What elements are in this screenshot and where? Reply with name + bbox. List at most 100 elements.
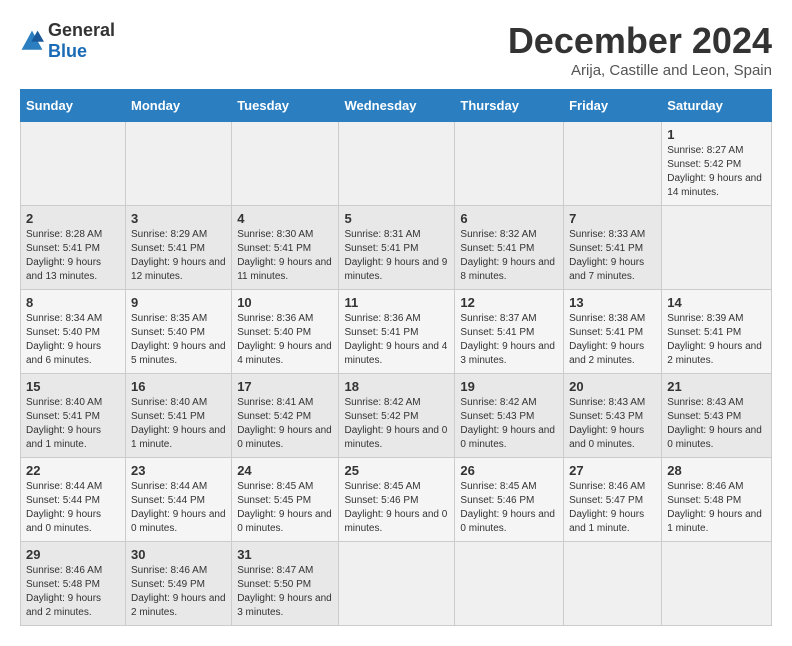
calendar-cell: 1 Sunrise: 8:27 AMSunset: 5:42 PMDaylight… <box>662 122 772 206</box>
day-number: 7 <box>569 211 656 226</box>
calendar-cell: 11Sunrise: 8:36 AMSunset: 5:41 PMDayligh… <box>339 290 455 374</box>
calendar-cell <box>126 122 232 206</box>
day-number: 21 <box>667 379 766 394</box>
day-info: Sunrise: 8:44 AMSunset: 5:44 PMDaylight:… <box>26 480 120 536</box>
logo: General Blue <box>20 20 115 62</box>
calendar-cell: 15 Sunrise: 8:40 AMSunset: 5:41 PMDayligh… <box>21 374 126 458</box>
day-number: 29 <box>26 547 120 562</box>
day-number: 16 <box>131 379 226 394</box>
day-number: 3 <box>131 211 226 226</box>
day-info: Sunrise: 8:32 AMSunset: 5:41 PMDaylight:… <box>460 228 558 284</box>
calendar-cell: 6 Sunrise: 8:32 AMSunset: 5:41 PMDaylight… <box>455 206 564 290</box>
calendar-cell: 18 Sunrise: 8:42 AMSunset: 5:42 PMDayligh… <box>339 374 455 458</box>
day-number: 8 <box>26 295 120 310</box>
calendar-week-2: 2 Sunrise: 8:28 AMSunset: 5:41 PMDaylight… <box>21 206 772 290</box>
calendar-week-1: 1 Sunrise: 8:27 AMSunset: 5:42 PMDaylight… <box>21 122 772 206</box>
title-area: December 2024 Arija, Castille and Leon, … <box>508 20 772 79</box>
day-info: Sunrise: 8:41 AMSunset: 5:42 PMDaylight:… <box>237 396 333 452</box>
calendar-week-3: 8 Sunrise: 8:34 AMSunset: 5:40 PMDaylight… <box>21 290 772 374</box>
day-number: 11 <box>344 295 449 310</box>
location-title: Arija, Castille and Leon, Spain <box>508 62 772 79</box>
day-info: Sunrise: 8:45 AMSunset: 5:45 PMDaylight:… <box>237 480 333 536</box>
calendar-cell: 22Sunrise: 8:44 AMSunset: 5:44 PMDayligh… <box>21 458 126 542</box>
calendar-cell: 12Sunrise: 8:37 AMSunset: 5:41 PMDayligh… <box>455 290 564 374</box>
day-header-tuesday: Tuesday <box>232 90 339 122</box>
calendar-cell: 28Sunrise: 8:46 AMSunset: 5:48 PMDayligh… <box>662 458 772 542</box>
calendar-cell: 9 Sunrise: 8:35 AMSunset: 5:40 PMDaylight… <box>126 290 232 374</box>
day-info: Sunrise: 8:40 AMSunset: 5:41 PMDaylight:… <box>131 396 226 452</box>
day-header-friday: Friday <box>564 90 662 122</box>
calendar-week-5: 22Sunrise: 8:44 AMSunset: 5:44 PMDayligh… <box>21 458 772 542</box>
day-info: Sunrise: 8:34 AMSunset: 5:40 PMDaylight:… <box>26 312 120 368</box>
calendar-cell: 8 Sunrise: 8:34 AMSunset: 5:40 PMDaylight… <box>21 290 126 374</box>
calendar-cell: 31Sunrise: 8:47 AMSunset: 5:50 PMDayligh… <box>232 542 339 626</box>
day-info: Sunrise: 8:35 AMSunset: 5:40 PMDaylight:… <box>131 312 226 368</box>
day-info: Sunrise: 8:44 AMSunset: 5:44 PMDaylight:… <box>131 480 226 536</box>
day-info: Sunrise: 8:36 AMSunset: 5:40 PMDaylight:… <box>237 312 333 368</box>
calendar-body: 1 Sunrise: 8:27 AMSunset: 5:42 PMDaylight… <box>21 122 772 626</box>
day-header-wednesday: Wednesday <box>339 90 455 122</box>
calendar-cell: 16 Sunrise: 8:40 AMSunset: 5:41 PMDayligh… <box>126 374 232 458</box>
calendar-header-row: SundayMondayTuesdayWednesdayThursdayFrid… <box>21 90 772 122</box>
day-header-monday: Monday <box>126 90 232 122</box>
day-info: Sunrise: 8:30 AMSunset: 5:41 PMDaylight:… <box>237 228 333 284</box>
day-number: 1 <box>667 127 766 142</box>
calendar-cell <box>662 542 772 626</box>
day-header-saturday: Saturday <box>662 90 772 122</box>
day-number: 4 <box>237 211 333 226</box>
calendar-cell <box>339 542 455 626</box>
day-number: 2 <box>26 211 120 226</box>
calendar-cell: 21Sunrise: 8:43 AMSunset: 5:43 PMDayligh… <box>662 374 772 458</box>
day-number: 14 <box>667 295 766 310</box>
day-number: 23 <box>131 463 226 478</box>
day-number: 9 <box>131 295 226 310</box>
calendar-cell <box>455 122 564 206</box>
day-number: 20 <box>569 379 656 394</box>
day-number: 18 <box>344 379 449 394</box>
calendar-cell <box>662 206 772 290</box>
day-info: Sunrise: 8:28 AMSunset: 5:41 PMDaylight:… <box>26 228 120 284</box>
calendar-cell: 3Sunrise: 8:29 AMSunset: 5:41 PMDaylight… <box>126 206 232 290</box>
logo-icon <box>20 29 44 53</box>
day-info: Sunrise: 8:43 AMSunset: 5:43 PMDaylight:… <box>569 396 656 452</box>
day-number: 26 <box>460 463 558 478</box>
day-number: 10 <box>237 295 333 310</box>
day-number: 25 <box>344 463 449 478</box>
logo-blue: Blue <box>48 41 87 61</box>
day-info: Sunrise: 8:39 AMSunset: 5:41 PMDaylight:… <box>667 312 766 368</box>
calendar-table: SundayMondayTuesdayWednesdayThursdayFrid… <box>20 89 772 626</box>
calendar-cell: 5 Sunrise: 8:31 AMSunset: 5:41 PMDaylight… <box>339 206 455 290</box>
day-info: Sunrise: 8:42 AMSunset: 5:42 PMDaylight:… <box>344 396 449 452</box>
day-number: 19 <box>460 379 558 394</box>
calendar-cell: 19 Sunrise: 8:42 AMSunset: 5:43 PMDayligh… <box>455 374 564 458</box>
calendar-cell: 10 Sunrise: 8:36 AMSunset: 5:40 PMDayligh… <box>232 290 339 374</box>
day-header-sunday: Sunday <box>21 90 126 122</box>
calendar-cell: 23 Sunrise: 8:44 AMSunset: 5:44 PMDayligh… <box>126 458 232 542</box>
day-info: Sunrise: 8:31 AMSunset: 5:41 PMDaylight:… <box>344 228 449 284</box>
calendar-cell <box>455 542 564 626</box>
logo-general: General <box>48 20 115 40</box>
day-number: 6 <box>460 211 558 226</box>
calendar-cell: 14 Sunrise: 8:39 AMSunset: 5:41 PMDayligh… <box>662 290 772 374</box>
day-number: 15 <box>26 379 120 394</box>
day-number: 31 <box>237 547 333 562</box>
day-header-thursday: Thursday <box>455 90 564 122</box>
day-number: 13 <box>569 295 656 310</box>
calendar-cell: 29Sunrise: 8:46 AMSunset: 5:48 PMDayligh… <box>21 542 126 626</box>
day-info: Sunrise: 8:27 AMSunset: 5:42 PMDaylight:… <box>667 144 766 200</box>
calendar-cell: 25Sunrise: 8:45 AMSunset: 5:46 PMDayligh… <box>339 458 455 542</box>
day-info: Sunrise: 8:46 AMSunset: 5:47 PMDaylight:… <box>569 480 656 536</box>
day-info: Sunrise: 8:40 AMSunset: 5:41 PMDaylight:… <box>26 396 120 452</box>
calendar-cell <box>21 122 126 206</box>
calendar-cell: 24Sunrise: 8:45 AMSunset: 5:45 PMDayligh… <box>232 458 339 542</box>
calendar-cell: 17Sunrise: 8:41 AMSunset: 5:42 PMDayligh… <box>232 374 339 458</box>
day-number: 30 <box>131 547 226 562</box>
day-info: Sunrise: 8:38 AMSunset: 5:41 PMDaylight:… <box>569 312 656 368</box>
day-info: Sunrise: 8:33 AMSunset: 5:41 PMDaylight:… <box>569 228 656 284</box>
day-number: 12 <box>460 295 558 310</box>
day-info: Sunrise: 8:42 AMSunset: 5:43 PMDaylight:… <box>460 396 558 452</box>
day-number: 5 <box>344 211 449 226</box>
header: General Blue December 2024 Arija, Castil… <box>20 20 772 79</box>
calendar-cell: 13 Sunrise: 8:38 AMSunset: 5:41 PMDayligh… <box>564 290 662 374</box>
calendar-cell: 27Sunrise: 8:46 AMSunset: 5:47 PMDayligh… <box>564 458 662 542</box>
